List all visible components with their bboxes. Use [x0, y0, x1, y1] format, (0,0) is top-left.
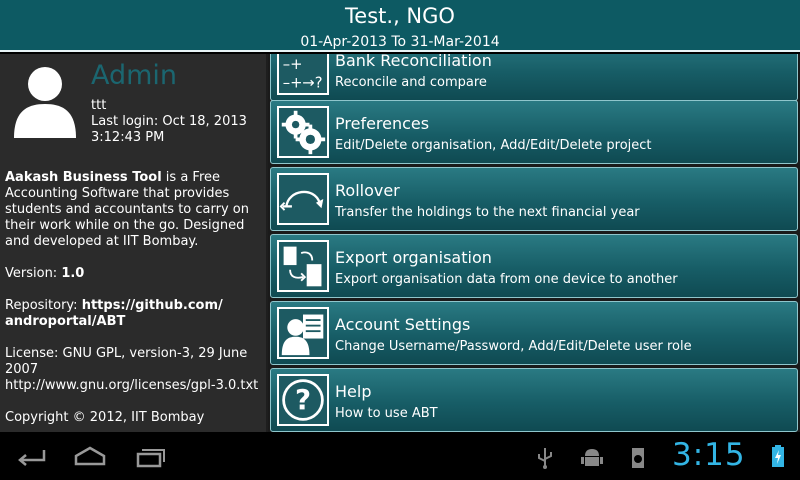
- usb-icon: [538, 448, 552, 469]
- menu-label: Account Settings: [335, 315, 471, 334]
- financial-period: 01-Apr-2013 To 31-Mar-2014: [300, 34, 500, 50]
- menu-item-preferences[interactable]: Preferences Edit/Delete organisation, Ad…: [270, 100, 798, 164]
- menu-label: Rollover: [335, 181, 400, 200]
- last-login-time: 3:12:43 PM: [91, 130, 165, 145]
- account-person-icon: [277, 307, 329, 359]
- menu-item-help[interactable]: ? Help How to use ABT: [270, 368, 798, 432]
- android-debug-icon: [581, 449, 603, 466]
- copyright: Copyright © 2012, IIT Bombay: [5, 410, 205, 425]
- info-panel: Admin ttt Last login: Oct 18, 2013 3:12:…: [0, 54, 266, 432]
- last-login-date: Last login: Oct 18, 2013: [91, 114, 247, 129]
- menu-label: Preferences: [335, 114, 430, 133]
- user-role: Admin: [91, 60, 178, 91]
- license-text: License: GNU GPL, version-3, 29 June 200…: [5, 346, 248, 377]
- screen: Test., NGO 01-Apr-2013 To 31-Mar-2014 Ad…: [0, 0, 800, 480]
- user-avatar-icon: [14, 67, 76, 138]
- version-info: Version: 1.0: [5, 266, 84, 281]
- menu-description: Change Username/Password, Add/Edit/Delet…: [335, 339, 692, 354]
- menu-description: How to use ABT: [335, 406, 438, 421]
- export-devices-icon: [277, 240, 329, 292]
- back-icon[interactable]: [12, 442, 52, 470]
- menu-item-export-organisation[interactable]: Export organisation Export organisation …: [270, 234, 798, 298]
- menu-description: Transfer the holdings to the next financ…: [335, 205, 640, 220]
- settings-menu-list[interactable]: –+ –+→? Bank Reconciliation Reconcile an…: [268, 54, 800, 432]
- menu-description: Edit/Delete organisation, Add/Edit/Delet…: [335, 138, 652, 153]
- menu-item-rollover[interactable]: Rollover Transfer the holdings to the ne…: [270, 167, 798, 231]
- rollover-arrow-icon: [277, 173, 329, 225]
- username: ttt: [91, 98, 107, 113]
- battery-charging-icon: [772, 445, 784, 467]
- app-name: Aakash Business Tool: [5, 170, 162, 185]
- last-login: Last login: Oct 18, 2013 3:12:43 PM: [91, 114, 261, 146]
- sd-card-icon: [632, 448, 644, 468]
- license-url: http://www.gnu.org/licenses/gpl-3.0.txt: [5, 378, 259, 393]
- license-info: License: GNU GPL, version-3, 29 June 200…: [5, 346, 263, 394]
- repository-info: Repository: https://github.com/ andropor…: [5, 298, 263, 330]
- repo-label: Repository:: [5, 298, 82, 313]
- app-header: Test., NGO 01-Apr-2013 To 31-Mar-2014: [0, 0, 800, 52]
- menu-item-account-settings[interactable]: Account Settings Change Username/Passwor…: [270, 301, 798, 365]
- svg-text:–+: –+: [283, 56, 303, 73]
- status-clock: 3:15: [672, 437, 746, 473]
- svg-text:–+→?: –+→?: [283, 74, 323, 91]
- organisation-title: Test., NGO: [345, 4, 455, 28]
- menu-description: Export organisation data from one device…: [335, 272, 678, 287]
- version-label: Version:: [5, 266, 62, 281]
- menu-description: Reconcile and compare: [335, 75, 487, 90]
- question-mark-icon: ?: [277, 374, 329, 426]
- version-value: 1.0: [61, 266, 85, 281]
- home-icon[interactable]: [70, 442, 110, 470]
- app-description: Aakash Business Tool is a Free Accountin…: [5, 170, 263, 250]
- menu-label: Export organisation: [335, 248, 492, 267]
- recent-apps-icon[interactable]: [130, 442, 170, 470]
- gears-icon: [277, 106, 329, 158]
- menu-label: Help: [335, 382, 372, 401]
- menu-item-bank-reconciliation[interactable]: –+ –+→? Bank Reconciliation Reconcile an…: [270, 54, 798, 101]
- bank-reconciliation-icon: –+ –+→?: [277, 54, 329, 95]
- svg-text:?: ?: [295, 383, 311, 416]
- menu-label: Bank Reconciliation: [335, 54, 492, 70]
